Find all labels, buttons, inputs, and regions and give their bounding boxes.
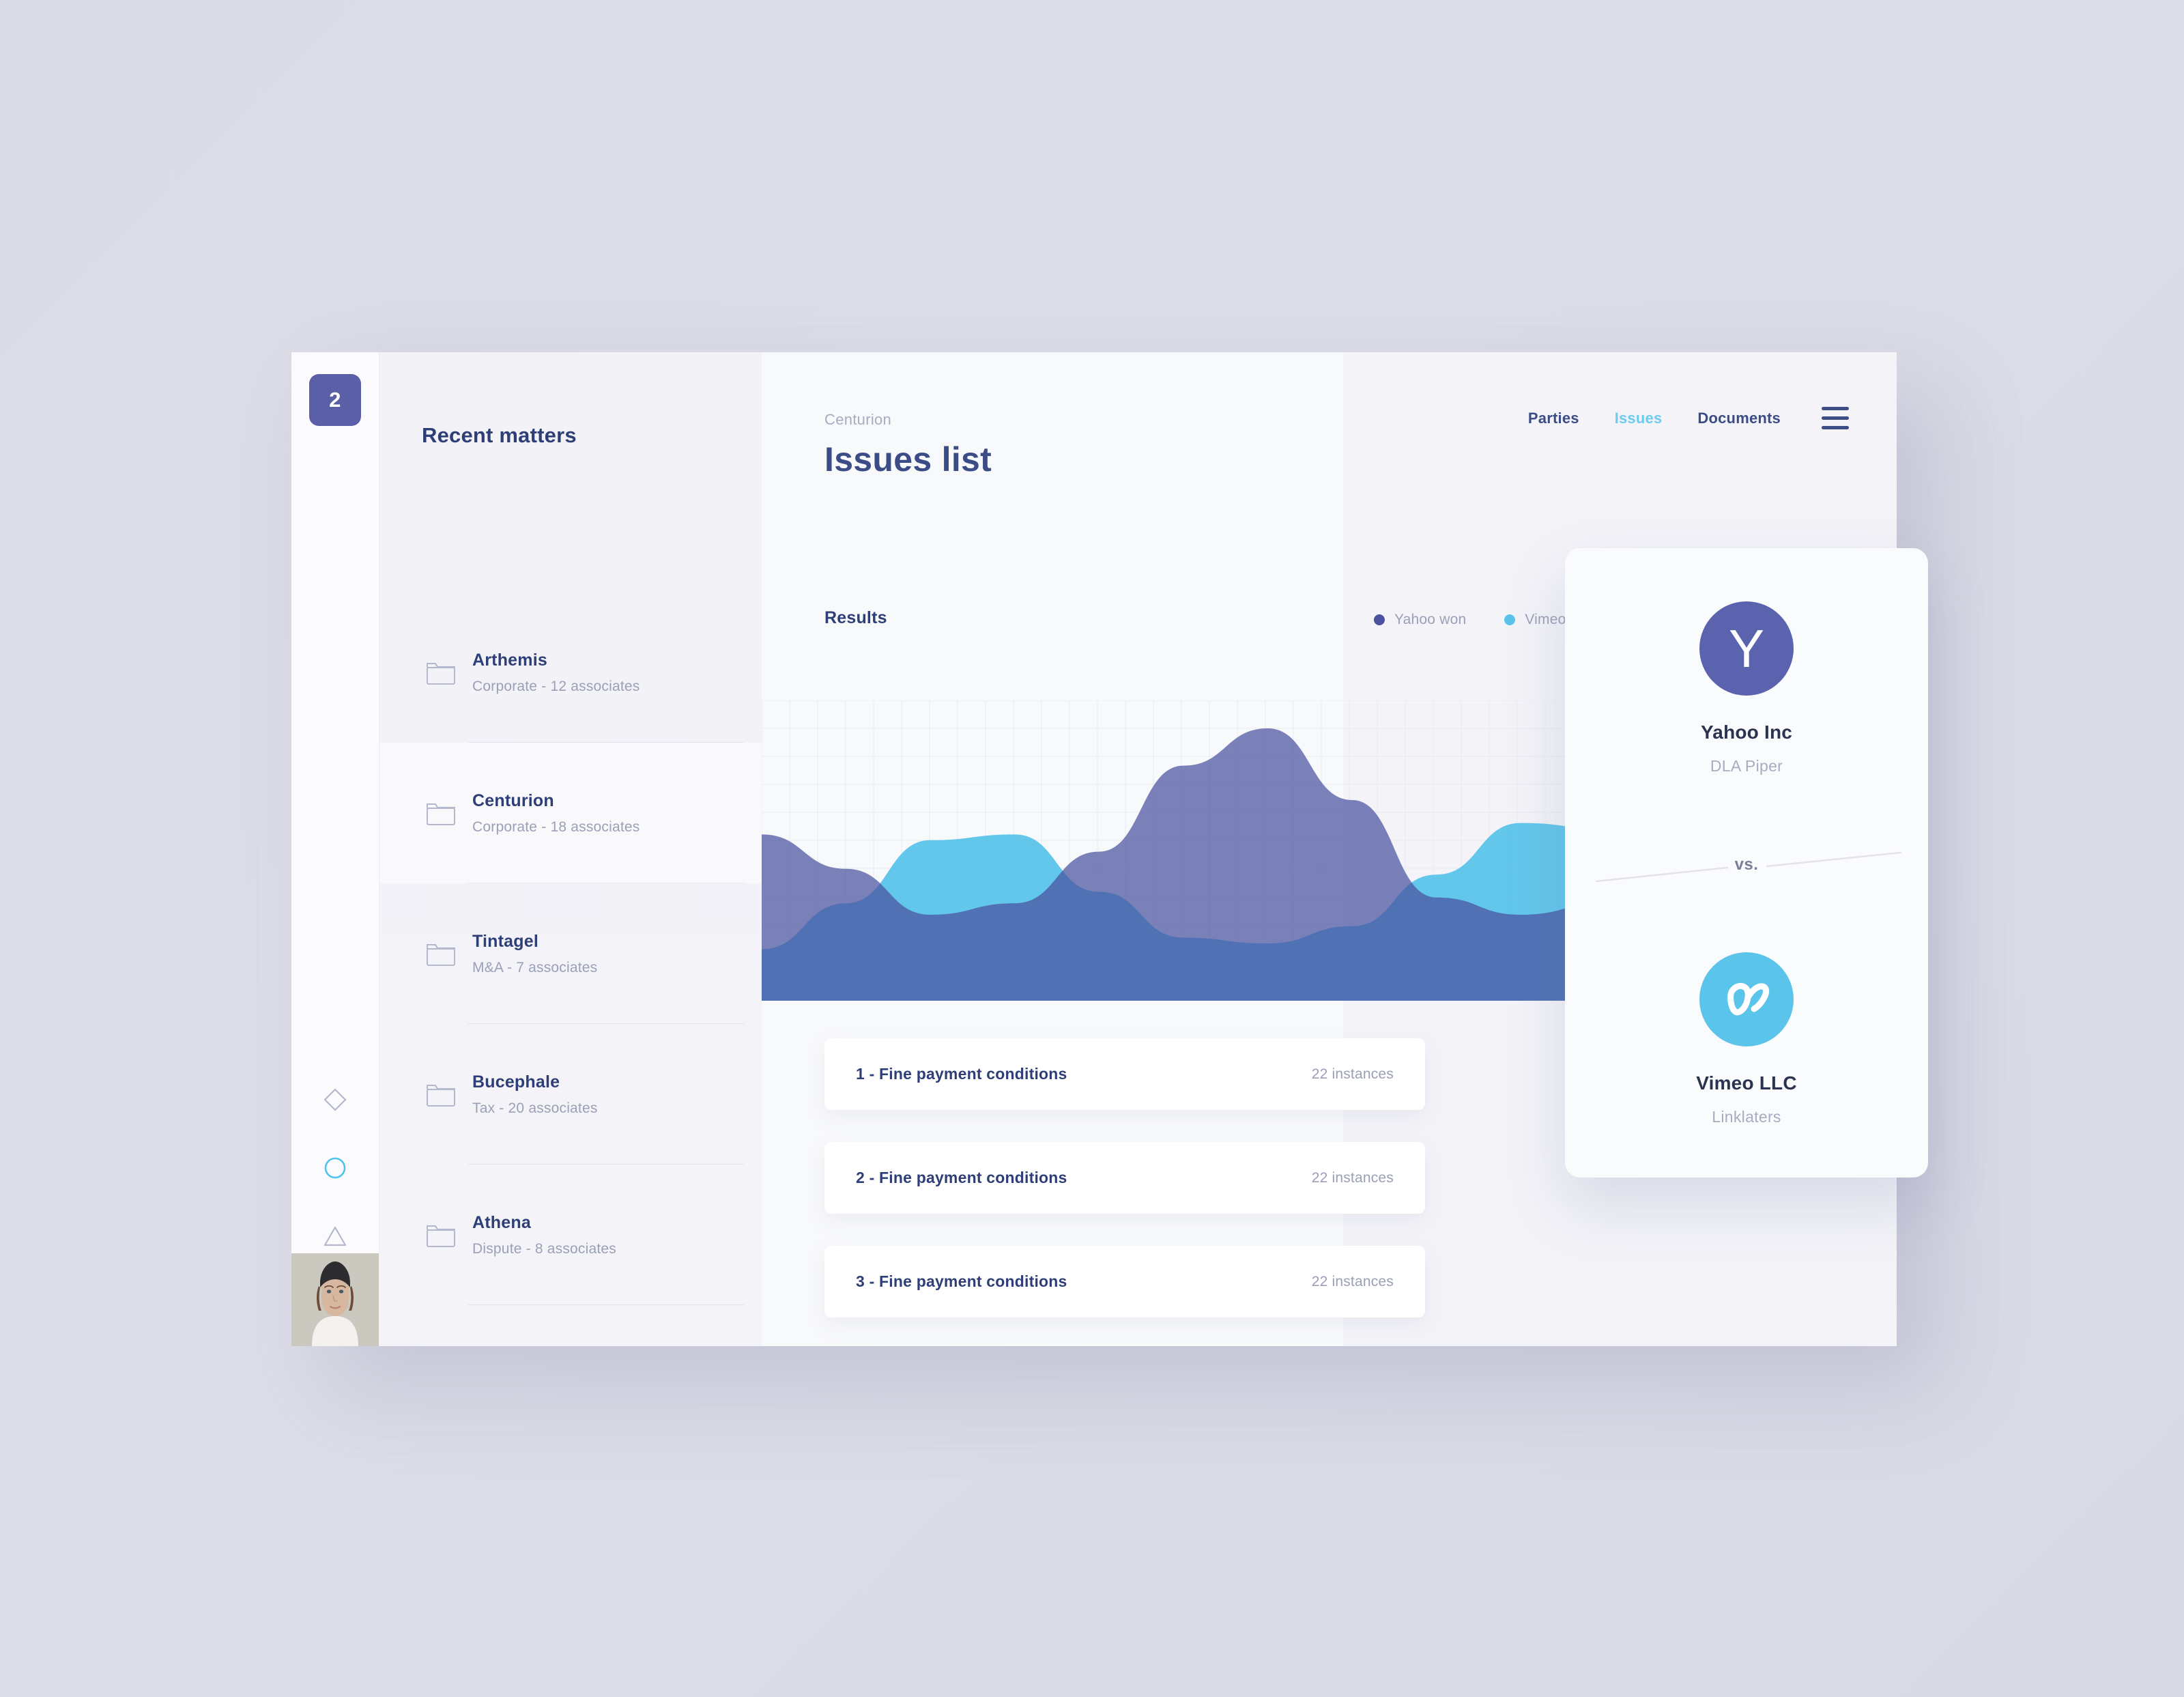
party-name: Yahoo Inc xyxy=(1700,722,1793,743)
chart-legend: Yahoo won Vimeo won xyxy=(1374,612,1597,628)
hamburger-line xyxy=(1822,407,1849,410)
circle-icon[interactable] xyxy=(291,1146,379,1190)
avatar[interactable] xyxy=(291,1253,379,1346)
folder-icon xyxy=(419,1081,463,1107)
screenshot-stage: 2 Recent matters Arthemis Corporate - 12… xyxy=(0,0,2184,1697)
results-label: Results xyxy=(824,608,887,627)
vimeo-v-glyph xyxy=(1727,982,1770,1016)
legend-item-yahoo[interactable]: Yahoo won xyxy=(1374,612,1466,628)
tab-documents[interactable]: Documents xyxy=(1697,410,1781,427)
issue-title: 3 - Fine payment conditions xyxy=(856,1272,1067,1290)
matter-name: Bucephale xyxy=(472,1072,560,1092)
list-item-text: Athena Dispute - 8 associates xyxy=(472,1213,616,1257)
legend-dot-icon xyxy=(1374,614,1385,625)
matter-name: Arthemis xyxy=(472,650,547,670)
folder-icon xyxy=(419,1222,463,1248)
list-item-text: Centurion Corporate - 18 associates xyxy=(472,791,640,836)
matter-name: Centurion xyxy=(472,790,554,810)
party-firm: Linklaters xyxy=(1712,1108,1781,1126)
list-item[interactable]: 1 - Fine payment conditions 22 instances xyxy=(824,1038,1425,1110)
matter-meta: Tax - 20 associates xyxy=(472,1100,598,1116)
folder-icon xyxy=(419,800,463,826)
vimeo-logo-icon xyxy=(1699,952,1794,1046)
list-item[interactable]: 2 - Fine payment conditions 22 instances xyxy=(824,1142,1425,1214)
yahoo-logo-letter: Y xyxy=(1728,618,1765,679)
issue-count: 22 instances xyxy=(1311,1169,1394,1186)
list-item[interactable]: Tintagel M&A - 7 associates xyxy=(379,883,762,1024)
legend-label: Yahoo won xyxy=(1394,612,1467,627)
matter-meta: Corporate - 12 associates xyxy=(472,678,640,694)
tab-issues[interactable]: Issues xyxy=(1615,410,1663,427)
recent-matters-panel: Recent matters Arthemis Corporate - 12 a… xyxy=(379,352,762,1346)
hamburger-line xyxy=(1822,426,1849,429)
list-item[interactable]: Athena Dispute - 8 associates xyxy=(379,1165,762,1305)
matter-name: Tintagel xyxy=(472,931,538,951)
parties-comparison-card: Y Yahoo Inc DLA Piper vs. Vimeo LLC Link… xyxy=(1565,548,1928,1178)
list-item-text: Bucephale Tax - 20 associates xyxy=(472,1072,598,1117)
yahoo-logo-icon: Y xyxy=(1699,601,1794,696)
vs-label: vs. xyxy=(1734,855,1759,874)
matter-meta: Dispute - 8 associates xyxy=(472,1240,616,1257)
app-logo-badge[interactable]: 2 xyxy=(309,374,361,426)
party-bottom: Vimeo LLC Linklaters xyxy=(1565,952,1928,1126)
icon-rail: 2 xyxy=(291,352,379,1346)
list-item[interactable]: Centurion Corporate - 18 associates xyxy=(379,743,762,883)
results-area-chart[interactable] xyxy=(762,700,1605,1001)
breadcrumb: Centurion xyxy=(824,411,892,428)
top-navigation: Parties Issues Documents xyxy=(1528,407,1849,429)
diamond-icon[interactable] xyxy=(291,1078,379,1122)
hamburger-line xyxy=(1822,416,1849,420)
vs-divider: vs. xyxy=(1565,847,1928,888)
folder-icon xyxy=(419,941,463,967)
matter-meta: M&A - 7 associates xyxy=(472,959,598,975)
party-firm: DLA Piper xyxy=(1710,757,1783,775)
page-title: Issues list xyxy=(824,440,992,479)
tab-parties[interactable]: Parties xyxy=(1528,410,1579,427)
issue-count: 22 instances xyxy=(1311,1273,1394,1289)
list-item[interactable]: Bucephale Tax - 20 associates xyxy=(379,1024,762,1165)
hamburger-menu-icon[interactable] xyxy=(1822,407,1849,429)
party-top: Y Yahoo Inc DLA Piper xyxy=(1565,601,1928,775)
matter-meta: Corporate - 18 associates xyxy=(472,818,640,835)
issue-count: 22 instances xyxy=(1311,1066,1394,1082)
list-item-text: Arthemis Corporate - 12 associates xyxy=(472,651,640,695)
list-item[interactable]: Arthemis Corporate - 12 associates xyxy=(379,602,762,743)
chart-canvas xyxy=(762,700,1605,1001)
issue-title: 2 - Fine payment conditions xyxy=(856,1169,1067,1186)
folder-icon xyxy=(419,659,463,685)
list-item-text: Tintagel M&A - 7 associates xyxy=(472,932,597,976)
party-name: Vimeo LLC xyxy=(1696,1072,1797,1094)
legend-dot-icon xyxy=(1504,614,1516,625)
matter-name: Athena xyxy=(472,1212,531,1232)
triangle-icon[interactable] xyxy=(291,1214,379,1258)
recent-matters-title: Recent matters xyxy=(422,423,577,447)
logo-badge-label: 2 xyxy=(329,388,341,412)
issue-title: 1 - Fine payment conditions xyxy=(856,1065,1067,1083)
list-item[interactable]: 3 - Fine payment conditions 22 instances xyxy=(824,1246,1425,1317)
